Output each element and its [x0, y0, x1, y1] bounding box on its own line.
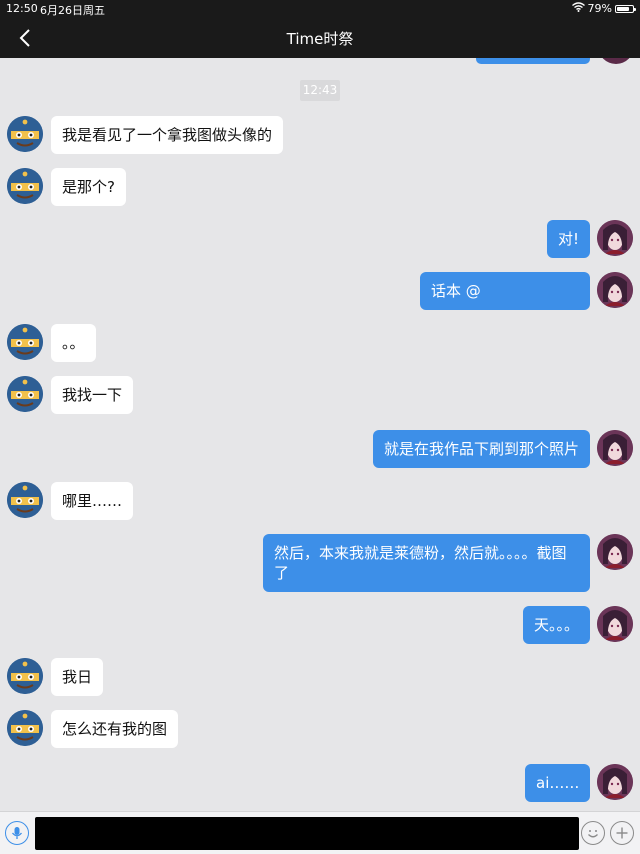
avatar[interactable]: [7, 168, 43, 204]
incoming-message-bubble[interactable]: 是那个?: [51, 168, 126, 206]
message-row: 然后，本来我就是莱德粉，然后就。。。。截图了: [0, 534, 640, 592]
avatar[interactable]: [7, 324, 43, 360]
outgoing-message-bubble[interactable]: 然后，本来我就是莱德粉，然后就。。。。截图了: [263, 534, 590, 592]
avatar[interactable]: [597, 764, 633, 800]
message-row: 。。: [0, 324, 640, 362]
status-bar: 12:50 6月26日周五 79%: [0, 0, 640, 17]
avatar[interactable]: [597, 272, 633, 308]
incoming-message-bubble[interactable]: 我是看见了一个拿我图做头像的: [51, 116, 284, 154]
microphone-icon: [11, 827, 23, 839]
outgoing-message-bubble[interactable]: ai……: [525, 764, 591, 802]
page-title: Time时祭: [286, 30, 354, 48]
message-row: ai……: [0, 764, 640, 802]
outgoing-message-bubble[interactable]: 天。。。: [523, 606, 591, 644]
avatar[interactable]: [7, 482, 43, 518]
outgoing-message-bubble[interactable]: 就是在我作品下刷到那个照片: [373, 430, 591, 468]
battery-level: [617, 6, 629, 11]
chat-area[interactable]: 12:43 我是看见了一个拿我图做头像的 是那个? 对! 话本 @ 。。我找一下就是在我…: [0, 58, 640, 811]
status-date: 6月26日周五: [40, 4, 105, 17]
message-row: 怎么还有我的图: [0, 710, 640, 748]
avatar[interactable]: [597, 606, 633, 642]
outgoing-message-bubble[interactable]: 对!: [547, 220, 591, 258]
message-row: 我找一下: [0, 376, 640, 414]
voice-button[interactable]: [5, 821, 29, 845]
message-row: 天。。。: [0, 606, 640, 644]
avatar[interactable]: [7, 376, 43, 412]
message-timestamp: 12:43: [300, 80, 340, 101]
avatar[interactable]: [7, 710, 43, 746]
message-row: 对!: [0, 220, 640, 258]
incoming-message-bubble[interactable]: 我找一下: [51, 376, 134, 414]
message-row: 是那个?: [0, 168, 640, 206]
incoming-message-bubble[interactable]: 怎么还有我的图: [51, 710, 179, 748]
message-row: 话本 @: [0, 272, 640, 310]
emoji-button[interactable]: [581, 821, 605, 845]
avatar[interactable]: [597, 220, 633, 256]
outgoing-message-bubble[interactable]: 话本 @: [420, 272, 590, 310]
plus-icon: [616, 827, 628, 839]
avatar[interactable]: [597, 430, 633, 466]
emoji-icon: [588, 830, 598, 838]
clipped-message-bubble: [476, 58, 590, 64]
battery-icon: [615, 4, 636, 13]
avatar[interactable]: [597, 534, 633, 570]
incoming-message-bubble[interactable]: 哪里……: [51, 482, 134, 520]
message-row: 我日: [0, 658, 640, 696]
battery-percent: 79%: [587, 2, 612, 15]
avatar[interactable]: [7, 116, 43, 152]
incoming-message-bubble[interactable]: 。。: [51, 324, 96, 362]
incoming-message-bubble[interactable]: 我日: [51, 658, 104, 696]
wifi-icon: [571, 2, 585, 15]
message-row: 哪里……: [0, 482, 640, 520]
message-row: 我是看见了一个拿我图做头像的: [0, 116, 640, 154]
message-row: 就是在我作品下刷到那个照片: [0, 430, 640, 468]
avatar[interactable]: [7, 658, 43, 694]
input-bar: [0, 811, 640, 854]
plus-button[interactable]: [610, 821, 634, 845]
navigation-bar: Time时祭: [0, 17, 640, 58]
avatar[interactable]: [598, 58, 634, 64]
status-time: 12:50: [6, 2, 38, 15]
message-input[interactable]: [35, 817, 579, 850]
status-indicators: 79%: [571, 2, 636, 15]
